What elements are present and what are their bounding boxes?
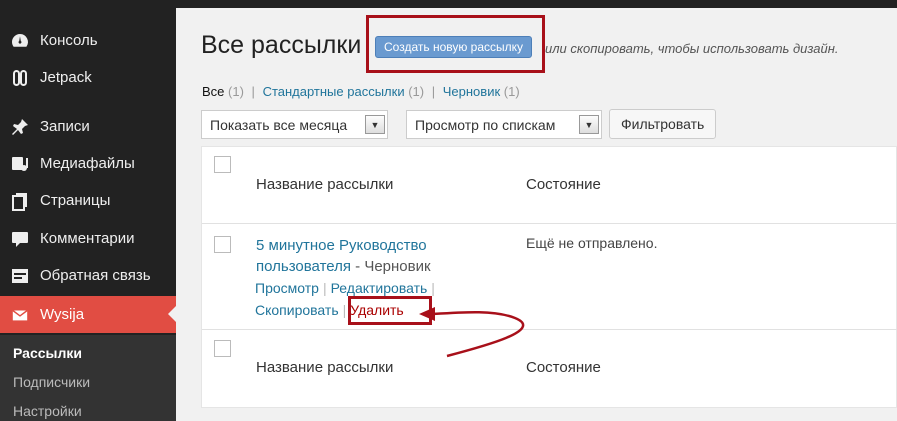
pin-icon xyxy=(9,116,31,138)
column-footer-state[interactable]: Состояние xyxy=(526,359,601,376)
sidebar-item-label: Wysija xyxy=(40,306,85,323)
dashboard-icon xyxy=(9,30,31,52)
lists-select[interactable]: Просмотр по спискам ▼ xyxy=(406,110,602,139)
newsletters-table: Название рассылки Состояние 5 минутное Р… xyxy=(201,146,897,408)
edit-link[interactable]: Редактировать xyxy=(331,280,428,296)
sidebar-item-label: Jetpack xyxy=(40,69,92,86)
submenu-item-settings[interactable]: Настройки xyxy=(13,403,82,419)
select-all-checkbox-footer[interactable] xyxy=(214,340,231,357)
filter-separator: | xyxy=(251,84,255,99)
select-all-checkbox[interactable] xyxy=(214,156,231,173)
newsletter-state: Ещё не отправлено. xyxy=(526,235,658,251)
sidebar-item-posts[interactable]: Записи xyxy=(0,108,176,145)
page-title: Все рассылки xyxy=(201,31,362,59)
table-row: 5 минутное Руководство пользователя - Че… xyxy=(256,235,506,277)
filter-separator: | xyxy=(431,84,436,99)
sidebar-item-label: Комментарии xyxy=(40,230,135,247)
copy-link[interactable]: Скопировать xyxy=(255,302,339,318)
filter-standard-count: (1) xyxy=(408,84,425,99)
submenu-item-subscribers[interactable]: Подписчики xyxy=(13,374,90,390)
sidebar-item-label: Медиафайлы xyxy=(40,155,135,172)
action-separator: | xyxy=(431,280,435,296)
sidebar-item-jetpack[interactable]: Jetpack xyxy=(0,59,176,96)
sidebar-item-label: Консоль xyxy=(40,32,98,49)
filter-draft-link[interactable]: Черновик xyxy=(443,84,500,99)
annotation-box-add-button xyxy=(366,15,545,73)
filter-standard-link[interactable]: Стандартные рассылки xyxy=(263,84,405,99)
column-header-state[interactable]: Состояние xyxy=(526,176,601,193)
row-checkbox[interactable] xyxy=(214,236,231,253)
comment-icon xyxy=(9,228,31,250)
submenu-item-newsletters[interactable]: Рассылки xyxy=(13,345,82,361)
envelope-icon xyxy=(9,304,31,326)
pages-icon xyxy=(9,190,31,212)
sidebar-item-pages[interactable]: Страницы xyxy=(0,182,176,219)
jetpack-icon xyxy=(9,67,31,89)
filter-all-count: (1) xyxy=(228,84,244,99)
row-divider xyxy=(202,329,897,330)
chevron-down-icon: ▼ xyxy=(579,115,599,134)
sidebar-item-wysija[interactable]: Wysija xyxy=(0,296,176,333)
sidebar-item-media[interactable]: Медиафайлы xyxy=(0,145,176,182)
column-footer-name[interactable]: Название рассылки xyxy=(256,359,393,376)
column-header-name[interactable]: Название рассылки xyxy=(256,176,393,193)
chevron-down-icon: ▼ xyxy=(365,115,385,134)
sidebar-item-label: Записи xyxy=(40,118,90,135)
sidebar-item-label: Страницы xyxy=(40,192,111,209)
newsletter-status: - Черновик xyxy=(351,258,431,275)
admin-sidebar: Консоль Jetpack Записи Медиафайлы Страни… xyxy=(0,0,176,421)
lists-select-value: Просмотр по спискам xyxy=(415,116,556,133)
row-divider xyxy=(202,223,897,224)
filter-draft-count: (1) xyxy=(503,84,520,99)
action-separator: | xyxy=(322,280,327,296)
row-actions-line1: Просмотр | Редактировать | xyxy=(255,280,439,296)
wysija-submenu: Рассылки Подписчики Настройки xyxy=(0,335,176,421)
sidebar-item-dashboard[interactable]: Консоль xyxy=(0,22,176,59)
months-select[interactable]: Показать все месяца ▼ xyxy=(201,110,388,139)
media-icon xyxy=(9,153,31,175)
sidebar-item-label: Обратная связь xyxy=(40,267,151,284)
annotation-arrow-icon xyxy=(419,307,525,358)
sidebar-item-feedback[interactable]: Обратная связь xyxy=(0,257,176,294)
action-separator: | xyxy=(342,302,347,318)
view-link[interactable]: Просмотр xyxy=(255,280,319,296)
title-hint: или скопировать, чтобы использовать диза… xyxy=(545,41,839,56)
feedback-icon xyxy=(9,265,31,287)
status-filter-links: Все (1) | Стандартные рассылки (1) | Чер… xyxy=(202,84,520,99)
filter-button[interactable]: Фильтровать xyxy=(609,109,717,139)
filter-all-link[interactable]: Все xyxy=(202,84,224,99)
months-select-value: Показать все месяца xyxy=(210,116,348,133)
sidebar-item-comments[interactable]: Комментарии xyxy=(0,220,176,257)
